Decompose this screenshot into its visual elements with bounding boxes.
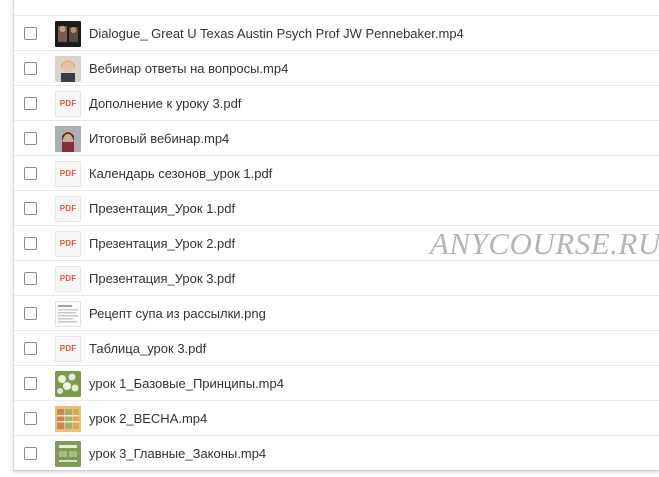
row-checkbox[interactable] (24, 62, 37, 75)
file-row[interactable]: PDF Презентация_Урок 3.pdf (14, 260, 659, 296)
row-checkbox[interactable] (24, 202, 37, 215)
file-name[interactable]: Dialogue_ Great U Texas Austin Psych Pro… (89, 26, 464, 41)
video-thumbnail-icon (55, 20, 81, 47)
file-name[interactable]: Презентация_Урок 2.pdf (89, 236, 235, 251)
file-row[interactable]: PDF Дополнение к уроку 3.pdf (14, 85, 659, 121)
file-name[interactable]: Рецепт супа из рассылки.png (89, 306, 266, 321)
image-thumbnail-icon (55, 300, 81, 327)
file-row[interactable]: PDF Календарь сезонов_урок 1.pdf (14, 155, 659, 191)
row-checkbox[interactable] (24, 342, 37, 355)
row-checkbox[interactable] (24, 132, 37, 145)
file-row[interactable]: урок 3_Главные_Законы.mp4 (14, 435, 659, 470)
file-name[interactable]: Итоговый вебинар.mp4 (89, 131, 229, 146)
file-name[interactable]: урок 3_Главные_Законы.mp4 (89, 446, 266, 461)
video-thumbnail-icon (55, 125, 81, 152)
row-checkbox[interactable] (24, 307, 37, 320)
file-row[interactable]: урок 2_ВЕСНА.mp4 (14, 400, 659, 436)
file-row[interactable]: PDF Таблица_урок 3.pdf (14, 330, 659, 366)
pdf-icon: PDF (55, 265, 81, 292)
file-row[interactable]: PDF Презентация_Урок 1.pdf (14, 190, 659, 226)
row-checkbox[interactable] (24, 412, 37, 425)
row-checkbox[interactable] (24, 167, 37, 180)
file-name[interactable]: урок 2_ВЕСНА.mp4 (89, 411, 207, 426)
file-list: Dialogue_ Great U Texas Austin Psych Pro… (13, 0, 659, 471)
pdf-icon: PDF (55, 230, 81, 257)
file-name[interactable]: урок 1_Базовые_Принципы.mp4 (89, 376, 284, 391)
row-checkbox[interactable] (24, 447, 37, 460)
row-checkbox[interactable] (24, 272, 37, 285)
file-row[interactable]: урок 1_Базовые_Принципы.mp4 (14, 365, 659, 401)
file-row[interactable]: Dialogue_ Great U Texas Austin Psych Pro… (14, 15, 659, 51)
file-row[interactable]: PDF Презентация_Урок 2.pdf (14, 225, 659, 261)
file-name[interactable]: Таблица_урок 3.pdf (89, 341, 206, 356)
file-row[interactable]: Вебинар ответы на вопросы.mp4 (14, 50, 659, 86)
pdf-icon: PDF (55, 335, 81, 362)
pdf-icon: PDF (55, 195, 81, 222)
video-thumbnail-icon (55, 440, 81, 467)
file-name[interactable]: Вебинар ответы на вопросы.mp4 (89, 61, 288, 76)
video-thumbnail-icon (55, 370, 81, 397)
row-checkbox[interactable] (24, 377, 37, 390)
row-checkbox[interactable] (24, 237, 37, 250)
video-thumbnail-icon (55, 55, 81, 82)
file-row[interactable]: Итоговый вебинар.mp4 (14, 120, 659, 156)
file-name[interactable]: Презентация_Урок 1.pdf (89, 201, 235, 216)
pdf-icon: PDF (55, 90, 81, 117)
file-row[interactable]: Рецепт супа из рассылки.png (14, 295, 659, 331)
row-checkbox[interactable] (24, 97, 37, 110)
file-name[interactable]: Календарь сезонов_урок 1.pdf (89, 166, 272, 181)
pdf-icon: PDF (55, 160, 81, 187)
row-checkbox[interactable] (24, 27, 37, 40)
file-name[interactable]: Дополнение к уроку 3.pdf (89, 96, 241, 111)
file-name[interactable]: Презентация_Урок 3.pdf (89, 271, 235, 286)
video-thumbnail-icon (55, 405, 81, 432)
